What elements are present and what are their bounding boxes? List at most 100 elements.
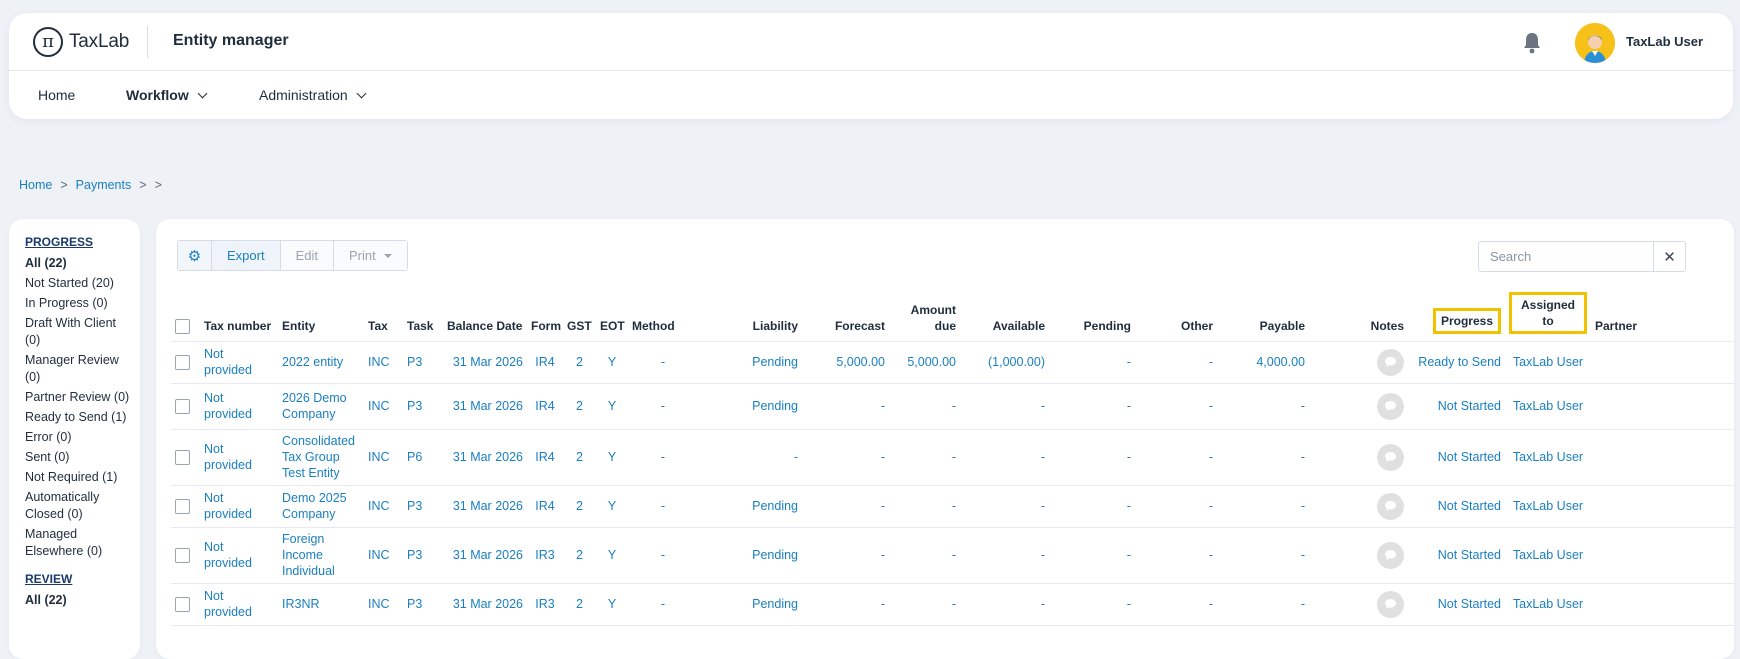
cell-entity[interactable]: 2022 entity [278, 341, 364, 384]
row-checkbox[interactable] [175, 399, 190, 415]
cell-eot[interactable]: Y [596, 341, 628, 384]
col-forecast[interactable]: Forecast [802, 289, 889, 342]
cell-entity[interactable]: Demo 2025 Company [278, 485, 364, 528]
cell-payable[interactable]: - [1217, 527, 1309, 584]
cell-progress[interactable]: Not Started [1408, 583, 1505, 626]
col-progress[interactable]: Progress [1432, 307, 1501, 334]
sidebar-filter-item[interactable]: In Progress (0) [25, 295, 133, 312]
cell-other[interactable]: - [1135, 485, 1217, 528]
cell-pending[interactable]: - [1049, 383, 1135, 430]
cell-tax-number[interactable]: Not provided [200, 485, 278, 528]
cell-gst[interactable]: 2 [563, 527, 596, 584]
cell-eot[interactable]: Y [596, 429, 628, 486]
notes-button[interactable] [1377, 348, 1404, 376]
table-row[interactable]: Not provided 2022 entity INC P3 31 Mar 2026 I… [171, 341, 1734, 384]
cell-partner[interactable] [1591, 485, 1734, 528]
cell-progress[interactable]: Not Started [1408, 485, 1505, 528]
sidebar-filter-item[interactable]: Manager Review (0) [25, 352, 133, 386]
cell-task[interactable]: P3 [403, 383, 443, 430]
cell-forecast[interactable]: - [802, 429, 889, 486]
cell-method[interactable]: - [628, 341, 698, 384]
cell-other[interactable]: - [1135, 383, 1217, 430]
cell-entity[interactable]: 2026 Demo Company [278, 383, 364, 430]
cell-forecast[interactable]: 5,000.00 [802, 341, 889, 384]
cell-available[interactable]: (1,000.00) [960, 341, 1049, 384]
nav-administration[interactable]: Administration [259, 87, 367, 103]
cell-payable[interactable]: - [1217, 583, 1309, 626]
cell-available[interactable]: - [960, 485, 1049, 528]
cell-tax-number[interactable]: Not provided [200, 527, 278, 584]
sidebar-filter-item[interactable]: Managed Elsewhere (0) [25, 526, 133, 560]
cell-balance-date[interactable]: 31 Mar 2026 [443, 527, 527, 584]
sidebar-filter-item[interactable]: Error (0) [25, 429, 133, 446]
cell-eot[interactable]: Y [596, 527, 628, 584]
cell-gst[interactable]: 2 [563, 383, 596, 430]
cell-amount-due[interactable]: - [889, 383, 960, 430]
cell-method[interactable]: - [628, 527, 698, 584]
sidebar-filter-item[interactable]: All (22) [25, 255, 133, 272]
settings-button[interactable]: ⚙ [178, 241, 212, 270]
sidebar-filter-item[interactable]: Not Started (20) [25, 275, 133, 292]
cell-eot[interactable]: Y [596, 383, 628, 430]
cell-liability[interactable]: Pending [698, 583, 802, 626]
col-amount-due[interactable]: Amount due [889, 289, 960, 342]
table-row[interactable]: Not provided Demo 2025 Company INC P3 31 Mar… [171, 485, 1734, 528]
cell-pending[interactable]: - [1049, 583, 1135, 626]
cell-pending[interactable]: - [1049, 429, 1135, 486]
cell-assigned-to[interactable]: TaxLab User [1505, 383, 1591, 430]
cell-form[interactable]: IR4 [527, 383, 563, 430]
bell-icon[interactable] [1521, 31, 1543, 55]
cell-entity[interactable]: Foreign Income Individual [278, 527, 364, 584]
col-balance-date[interactable]: Balance Date [443, 289, 527, 342]
user-name[interactable]: TaxLab User [1626, 34, 1703, 49]
cell-tax-number[interactable]: Not provided [200, 429, 278, 486]
cell-task[interactable]: P6 [403, 429, 443, 486]
cell-form[interactable]: IR3 [527, 527, 563, 584]
edit-button[interactable]: Edit [280, 241, 334, 270]
cell-gst[interactable]: 2 [563, 485, 596, 528]
cell-partner[interactable] [1591, 383, 1734, 430]
cell-pending[interactable]: - [1049, 341, 1135, 384]
cell-tax[interactable]: INC [364, 583, 403, 626]
cell-task[interactable]: P3 [403, 341, 443, 384]
cell-eot[interactable]: Y [596, 583, 628, 626]
cell-progress[interactable]: Not Started [1408, 429, 1505, 486]
col-tax-number[interactable]: Tax number [200, 289, 278, 342]
cell-other[interactable]: - [1135, 527, 1217, 584]
cell-available[interactable]: - [960, 527, 1049, 584]
cell-eot[interactable]: Y [596, 485, 628, 528]
sidebar-filter-item[interactable]: Not Required (1) [25, 469, 133, 486]
cell-progress[interactable]: Ready to Send [1408, 341, 1505, 384]
table-row[interactable]: Not provided IR3NR INC P3 31 Mar 2026 IR3 2 Y - P… [171, 583, 1734, 626]
search-clear-button[interactable]: ✕ [1653, 241, 1686, 272]
col-notes[interactable]: Notes [1309, 289, 1408, 342]
cell-other[interactable]: - [1135, 341, 1217, 384]
cell-gst[interactable]: 2 [563, 429, 596, 486]
cell-liability[interactable]: Pending [698, 485, 802, 528]
cell-amount-due[interactable]: - [889, 583, 960, 626]
breadcrumb-payments[interactable]: Payments [76, 178, 132, 192]
cell-partner[interactable] [1591, 527, 1734, 584]
cell-forecast[interactable]: - [802, 383, 889, 430]
cell-assigned-to[interactable]: TaxLab User [1505, 341, 1591, 384]
cell-tax-number[interactable]: Not provided [200, 341, 278, 384]
cell-balance-date[interactable]: 31 Mar 2026 [443, 583, 527, 626]
cell-pending[interactable]: - [1049, 485, 1135, 528]
cell-partner[interactable] [1591, 341, 1734, 384]
cell-balance-date[interactable]: 31 Mar 2026 [443, 383, 527, 430]
select-all-checkbox[interactable] [175, 318, 190, 334]
table-row[interactable]: Not provided Foreign Income Individual INC… [171, 527, 1734, 584]
cell-form[interactable]: IR4 [527, 485, 563, 528]
cell-gst[interactable]: 2 [563, 583, 596, 626]
cell-liability[interactable]: Pending [698, 527, 802, 584]
cell-method[interactable]: - [628, 429, 698, 486]
cell-available[interactable]: - [960, 429, 1049, 486]
cell-other[interactable]: - [1135, 583, 1217, 626]
sidebar-filter-item[interactable]: Ready to Send (1) [25, 409, 133, 426]
taxlab-logo[interactable]: π TaxLab [33, 26, 129, 58]
cell-tax[interactable]: INC [364, 383, 403, 430]
col-other[interactable]: Other [1135, 289, 1217, 342]
cell-method[interactable]: - [628, 485, 698, 528]
cell-tax-number[interactable]: Not provided [200, 383, 278, 430]
cell-tax[interactable]: INC [364, 429, 403, 486]
